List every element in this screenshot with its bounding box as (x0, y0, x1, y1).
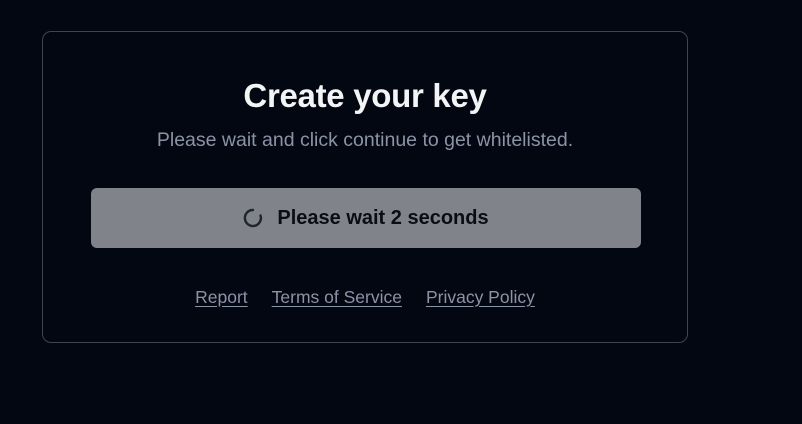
spinner-icon (243, 208, 263, 228)
wait-button-label: Please wait 2 seconds (277, 207, 489, 229)
page-subtitle: Please wait and click continue to get wh… (156, 129, 574, 151)
terms-of-service-link[interactable]: Terms of Service (272, 286, 402, 308)
wait-button[interactable]: Please wait 2 seconds (91, 188, 641, 248)
report-link[interactable]: Report (195, 286, 248, 308)
privacy-policy-link[interactable]: Privacy Policy (426, 286, 535, 308)
page-title: Create your key (243, 77, 487, 114)
footer-links: Report Terms of Service Privacy Policy (43, 286, 687, 308)
key-card: Create your key Please wait and click co… (42, 31, 688, 343)
